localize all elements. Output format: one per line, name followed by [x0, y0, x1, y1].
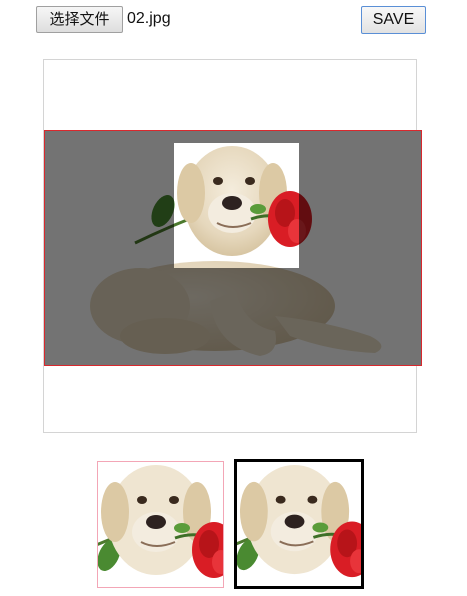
crop-selection-box[interactable] — [174, 143, 299, 268]
crop-selection-image — [174, 143, 299, 268]
save-button[interactable]: SAVE — [361, 6, 426, 34]
crop-preview-bordered — [234, 459, 364, 589]
preview-image — [237, 462, 361, 586]
crop-preview-large — [97, 461, 224, 588]
file-name-label: 02.jpg — [127, 10, 171, 27]
preview-image — [98, 462, 223, 587]
image-cropper-page: 选择文件 02.jpg SAVE — [0, 0, 467, 596]
source-image-area[interactable] — [44, 130, 422, 366]
choose-file-button[interactable]: 选择文件 — [36, 6, 123, 33]
